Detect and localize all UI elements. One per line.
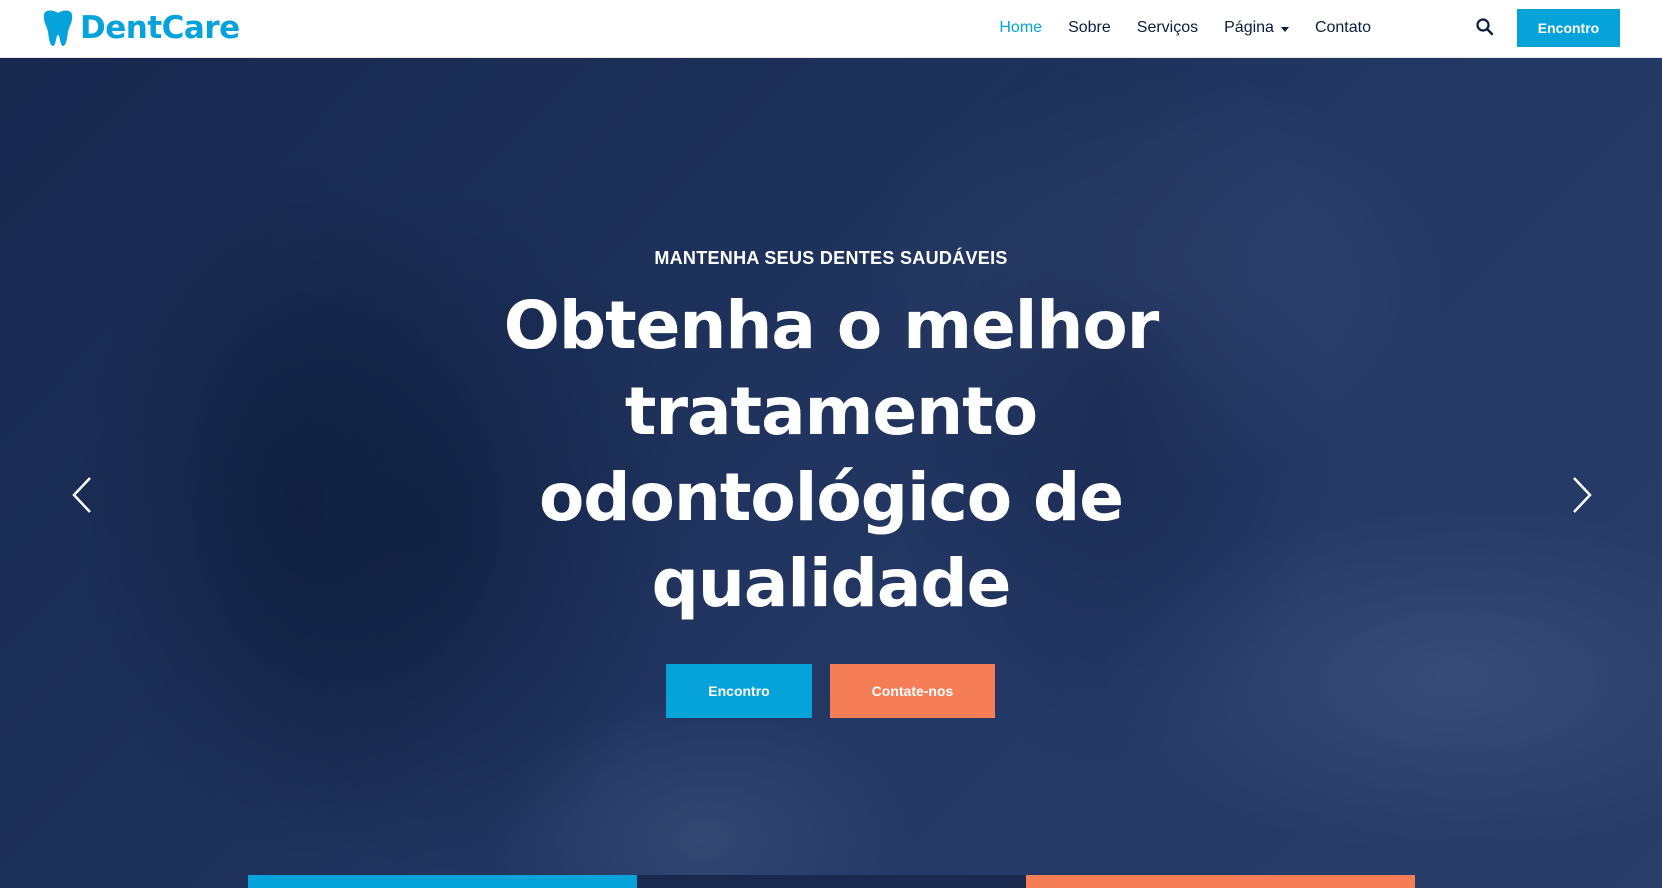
chevron-right-icon[interactable] [1560,470,1600,520]
chevron-left-icon[interactable] [64,470,104,520]
brand-name: DentCare [80,10,240,46]
tooth-icon [43,10,73,46]
hero-appointment-button[interactable]: Encontro [666,664,812,718]
brand-logo[interactable]: DentCare [40,8,240,48]
hero-buttons: Encontro Contate-nos [666,664,995,718]
nav-contato[interactable]: Contato [1302,19,1384,37]
feature-card-secondary [1026,875,1415,888]
feature-card-dark [637,875,1026,888]
hero-contact-button[interactable]: Contate-nos [830,664,995,718]
nav-pagina-dropdown[interactable]: Página [1211,19,1302,37]
main-nav: Home Sobre Serviços Página Contato [986,0,1384,56]
hero-carousel: MANTENHA SEUS DENTES SAUDÁVEIS Obtenha o… [0,58,1662,888]
nav-home[interactable]: Home [986,19,1055,37]
navbar: DentCare Home Sobre Serviços Página Cont… [0,0,1662,58]
nav-pagina-label: Página [1224,19,1274,36]
nav-sobre[interactable]: Sobre [1055,19,1124,37]
hero-kicker: MANTENHA SEUS DENTES SAUDÁVEIS [654,248,1008,268]
hero-content: MANTENHA SEUS DENTES SAUDÁVEIS Obtenha o… [481,248,1181,627]
hero-title: Obtenha o melhor tratamento odontológico… [503,287,1160,622]
caret-down-icon [1280,26,1289,32]
nav-servicos[interactable]: Serviços [1124,19,1211,37]
search-icon[interactable] [1475,17,1495,37]
feature-card-primary [248,875,637,888]
appointment-button[interactable]: Encontro [1517,9,1620,47]
